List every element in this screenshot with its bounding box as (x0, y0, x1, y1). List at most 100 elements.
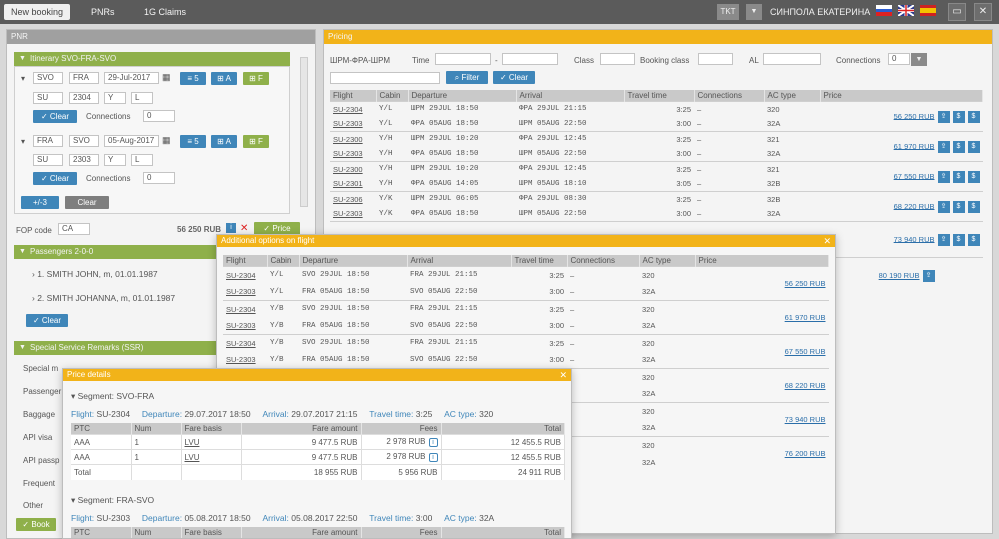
filter-select[interactable] (330, 72, 440, 84)
book-button[interactable]: ✓ Book (16, 518, 56, 531)
clear-filter-button[interactable]: ✓ Clear (493, 71, 535, 84)
flag-en-icon[interactable] (897, 4, 915, 17)
price-link[interactable]: 73 940 RUB (785, 415, 826, 424)
price-details-icon[interactable]: $ (952, 110, 965, 123)
ssr-item[interactable]: Passenger (23, 387, 61, 396)
itinerary-header[interactable]: ▼ Itinerary SVO-FRA-SVO (14, 52, 290, 66)
table-row[interactable]: SU-2304 Y/B SVO 29JUL 18:50 FRA 29JUL 21:15… (223, 300, 829, 335)
ssr-item[interactable]: Frequent (23, 479, 55, 488)
col-header[interactable]: Cabin (376, 90, 409, 102)
add-segment-button[interactable]: +/-3 (21, 196, 59, 209)
col-header[interactable]: Arrival (407, 255, 512, 267)
price-link[interactable]: 68 220 RUB (894, 201, 935, 210)
time-to-field[interactable] (502, 53, 558, 65)
price-details-icon[interactable]: $ (952, 233, 965, 246)
chevron-down-icon[interactable]: ▼ (911, 53, 927, 66)
destination-field[interactable]: SVO (69, 135, 99, 147)
close-icon[interactable]: ✕ (974, 3, 992, 21)
class-field[interactable]: Y (104, 92, 126, 104)
al-field[interactable] (763, 53, 821, 65)
collapse-icon[interactable]: ▾ (21, 137, 25, 146)
passengers-header[interactable]: ▼ Passengers 2-0-0 (14, 245, 216, 259)
col-header[interactable]: Travel time (624, 90, 695, 102)
price-link[interactable]: 67 550 RUB (785, 347, 826, 356)
table-row[interactable]: AAA 1 LVU 9 477.5 RUB 2 978 RUB i 12 455.5 RUB (71, 449, 565, 465)
screen-icon[interactable]: ▭ (948, 3, 966, 21)
ssr-item[interactable]: API passp (23, 456, 59, 465)
ssr-header[interactable]: ▼ Special Service Remarks (SSR) (14, 341, 216, 355)
col-header[interactable]: Connections (694, 90, 765, 102)
fop-field[interactable]: CA (58, 223, 90, 235)
info-icon[interactable]: i (226, 223, 236, 233)
price-link[interactable]: 67 550 RUB (894, 171, 935, 180)
date-field[interactable]: 05-Aug-2017 (104, 135, 159, 147)
close-icon[interactable]: ✕ (559, 369, 567, 381)
flight-number-field[interactable]: 2304 (69, 92, 99, 104)
price-link[interactable]: 68 220 RUB (785, 381, 826, 390)
class-field[interactable]: Y (104, 154, 126, 166)
connections-filter-field[interactable]: 0 (888, 53, 910, 65)
list-button[interactable]: ≡ 5 (180, 135, 206, 148)
clear-segment-button[interactable]: ✓ Clear (33, 172, 77, 185)
calendar-icon[interactable]: ▦ (162, 72, 171, 83)
price-details-icon[interactable]: $ (952, 140, 965, 153)
carrier-field[interactable]: SU (33, 92, 63, 104)
tab-1g-claims[interactable]: 1G Claims (137, 4, 193, 20)
flag-es-icon[interactable] (920, 5, 936, 16)
tab-new-booking[interactable]: New booking (4, 4, 71, 20)
table-row[interactable]: SU-2304 Y/L SVO 29JUL 18:50 FRA 29JUL 21:15… (223, 266, 829, 301)
ssr-item[interactable]: Other (23, 501, 43, 510)
time-from-field[interactable] (435, 53, 491, 65)
price-link[interactable]: 56 250 RUB (894, 111, 935, 120)
passenger-item[interactable]: › 2. SMITH JOHANNA, m, 01.01.1987 (32, 293, 175, 303)
col-header[interactable]: Connections (567, 255, 640, 267)
fare-button[interactable]: ⊞ F (243, 72, 269, 85)
col-header[interactable]: Travel time (511, 255, 568, 267)
ssr-item[interactable]: Special m (23, 364, 58, 373)
price-details-icon[interactable]: $ (952, 200, 965, 213)
rules-icon[interactable]: $ (967, 233, 980, 246)
price-link[interactable]: 76 200 RUB (785, 449, 826, 458)
chevron-down-icon[interactable]: ▼ (746, 4, 762, 20)
price-link[interactable]: 73 940 RUB (894, 234, 935, 243)
office-select[interactable]: TKT (717, 4, 739, 20)
price-link[interactable]: 61 970 RUB (785, 313, 826, 322)
col-header[interactable]: Flight (223, 255, 268, 267)
upload-icon[interactable]: ⇪ (922, 269, 935, 282)
segment-header[interactable]: ▾ Segment: SVO-FRA (71, 391, 154, 402)
rules-icon[interactable]: $ (967, 200, 980, 213)
info-icon[interactable]: i (428, 453, 438, 462)
col-header[interactable]: Departure (408, 90, 517, 102)
remove-icon[interactable]: ✕ (240, 223, 248, 234)
col-header[interactable]: Price (695, 255, 829, 267)
upload-icon[interactable]: ⇪ (937, 233, 950, 246)
col-header[interactable]: AC type (639, 255, 696, 267)
list-button[interactable]: ≡ 5 (180, 72, 206, 85)
price-link[interactable]: 56 250 RUB (785, 279, 826, 288)
table-row[interactable]: SU-2300 Y/H ШРМ 29JUL 10:20 ФРА 29JUL 12:45… (330, 131, 983, 162)
price-details-icon[interactable]: $ (952, 170, 965, 183)
col-header[interactable]: Cabin (267, 255, 300, 267)
col-header[interactable]: Departure (299, 255, 408, 267)
upload-icon[interactable]: ⇪ (937, 200, 950, 213)
flight-number-field[interactable]: 2303 (69, 154, 99, 166)
booking-class-field[interactable] (698, 53, 733, 65)
subclass-field[interactable]: L (131, 92, 153, 104)
rules-icon[interactable]: $ (967, 110, 980, 123)
segment-header[interactable]: ▾ Segment: FRA-SVO (71, 495, 154, 506)
connections-field[interactable]: 0 (143, 172, 175, 184)
flag-ru-icon[interactable] (876, 5, 892, 16)
ssr-item[interactable]: Baggage (23, 410, 55, 419)
subclass-field[interactable]: L (131, 154, 153, 166)
col-header[interactable]: Flight (330, 90, 377, 102)
calendar-icon[interactable]: ▦ (162, 135, 171, 146)
table-row[interactable]: SU-2304 Y/B SVO 29JUL 18:50 FRA 29JUL 21:15… (223, 334, 829, 369)
class-filter-field[interactable] (600, 53, 635, 65)
clear-segment-button[interactable]: ✓ Clear (33, 110, 77, 123)
origin-field[interactable]: SVO (33, 72, 63, 84)
connections-field[interactable]: 0 (143, 110, 175, 122)
table-row[interactable]: SU-2306 Y/K ШРМ 29JUL 06:05 ФРА 29JUL 08:30… (330, 191, 983, 222)
price-link[interactable]: 61 970 RUB (894, 141, 935, 150)
filter-button[interactable]: ⌕ Filter (446, 71, 488, 84)
upload-icon[interactable]: ⇪ (937, 170, 950, 183)
